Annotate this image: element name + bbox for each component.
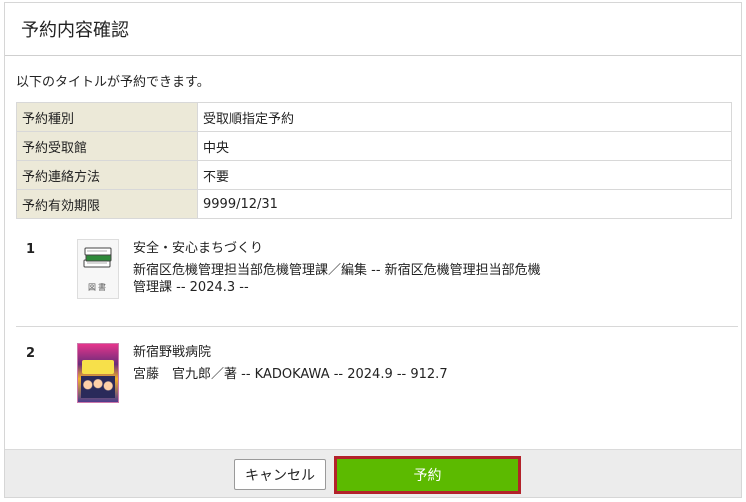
- cancel-button[interactable]: キャンセル: [234, 459, 326, 490]
- dialog-footer: キャンセル 予約: [5, 449, 741, 497]
- info-row-branch: 予約受取館 中央: [16, 131, 732, 161]
- item-title: 新宿野戦病院: [133, 345, 212, 360]
- info-row-expiry: 予約有効期限 9999/12/31: [16, 189, 732, 219]
- item-number: 2: [26, 346, 36, 361]
- info-label: 予約受取館: [16, 131, 198, 161]
- list-item: 1 図書 安全・安心まちづくり 新宿区危機管理担当部危機管理課／編集 -- 新宿…: [16, 223, 738, 327]
- book-cover-image: [77, 343, 119, 403]
- info-label: 予約種別: [16, 102, 198, 132]
- reserve-button[interactable]: 予約: [334, 456, 521, 494]
- info-value: 中央: [197, 131, 732, 161]
- item-detail: 新宿区危機管理担当部危機管理課／編集 -- 新宿区危機管理担当部危機管理課 --…: [133, 263, 541, 295]
- item-meta: 安全・安心まちづくり 新宿区危機管理担当部危機管理課／編集 -- 新宿区危機管理…: [133, 240, 543, 296]
- info-label: 予約連絡方法: [16, 160, 198, 190]
- dialog-title: 予約内容確認: [21, 20, 129, 41]
- book-stack-icon: 図書: [77, 239, 119, 299]
- reservation-confirm-dialog: 予約内容確認 以下のタイトルが予約できます。 予約種別 受取順指定予約 予約受取…: [4, 2, 742, 498]
- info-value: 不要: [197, 160, 732, 190]
- reservation-item-list: 1 図書 安全・安心まちづくり 新宿区危機管理担当部危機管理課／編集 -- 新宿…: [16, 223, 738, 431]
- cover-figures: [81, 376, 115, 398]
- intro-text: 以下のタイトルが予約できます。: [16, 75, 210, 90]
- item-title: 安全・安心まちづくり: [133, 241, 264, 256]
- item-number: 1: [26, 242, 36, 257]
- info-value: 受取順指定予約: [197, 102, 732, 132]
- thumb-caption: 図書: [88, 283, 108, 292]
- item-meta: 新宿野戦病院 宮藤 官九郎／著 -- KADOKAWA -- 2024.9 --…: [133, 344, 448, 383]
- dialog-title-bar: 予約内容確認: [5, 3, 741, 56]
- books-graphic: [83, 247, 112, 268]
- cover-title-band: [82, 360, 114, 374]
- reservation-info-table: 予約種別 受取順指定予約 予約受取館 中央 予約連絡方法 不要 予約有効期限 9…: [16, 102, 732, 219]
- item-detail: 宮藤 官九郎／著 -- KADOKAWA -- 2024.9 -- 912.7: [133, 367, 448, 382]
- info-row-type: 予約種別 受取順指定予約: [16, 102, 732, 132]
- info-value: 9999/12/31: [197, 189, 732, 219]
- info-row-contact: 予約連絡方法 不要: [16, 160, 732, 190]
- list-item: 2 新宿野戦病院 宮藤 官九郎／著 -- KADOKAWA -- 2024.9 …: [16, 327, 738, 431]
- info-label: 予約有効期限: [16, 189, 198, 219]
